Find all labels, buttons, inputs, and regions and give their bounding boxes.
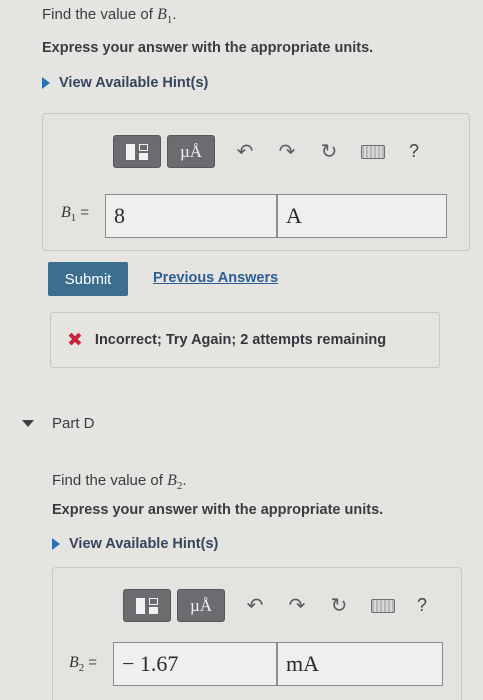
- question-text: Find the value of: [42, 6, 158, 23]
- units-input[interactable]: mA: [277, 642, 443, 686]
- partd-toolbar: µÅ ↶ ↷ ↻ ?: [123, 589, 427, 622]
- fraction-template-icon: [139, 143, 148, 160]
- caret-right-icon: [52, 538, 60, 550]
- answer-label: B2 =: [69, 654, 98, 675]
- partd-instruction: Express your answer with the appropriate…: [52, 502, 384, 518]
- redo-icon[interactable]: ↷: [273, 139, 301, 164]
- caret-down-icon[interactable]: [22, 420, 34, 427]
- previous-answers-link[interactable]: Previous Answers: [153, 270, 278, 286]
- alert-text: Incorrect; Try Again; 2 attempts remaini…: [94, 332, 387, 348]
- partc-answer-panel: µÅ ↶ ↷ ↻ ? B1 = 8 A: [42, 113, 470, 251]
- template-block-icon: [126, 143, 135, 160]
- reset-icon[interactable]: ↻: [325, 593, 353, 618]
- incorrect-alert: ✖ Incorrect; Try Again; 2 attempts remai…: [50, 312, 440, 368]
- question-period: .: [172, 6, 177, 23]
- partc-hint-toggle[interactable]: View Available Hint(s): [42, 75, 208, 91]
- partd-answer-panel: µÅ ↶ ↷ ↻ ? B2 = − 1.67 mA: [52, 567, 462, 700]
- help-button[interactable]: ?: [417, 595, 427, 616]
- variable: B1: [157, 6, 173, 27]
- caret-right-icon: [42, 77, 50, 89]
- reset-icon[interactable]: ↻: [315, 139, 343, 164]
- answer-label: B1 =: [61, 204, 90, 225]
- templates-button[interactable]: [123, 589, 171, 622]
- keyboard-icon[interactable]: [371, 598, 395, 613]
- redo-icon[interactable]: ↷: [283, 593, 311, 618]
- hint-label: View Available Hint(s): [59, 75, 209, 91]
- question-text: Find the value of: [52, 472, 168, 489]
- part-d-title[interactable]: Part D: [52, 415, 95, 432]
- partd-question: Find the value of B2.: [52, 472, 187, 492]
- partc-question: Find the value of B1.: [42, 6, 177, 26]
- question-period: .: [182, 472, 187, 489]
- submit-button[interactable]: Submit: [48, 262, 128, 296]
- help-button[interactable]: ?: [409, 141, 419, 162]
- keyboard-icon[interactable]: [361, 144, 385, 159]
- hint-label: View Available Hint(s): [69, 536, 219, 552]
- units-input[interactable]: A: [277, 194, 447, 238]
- variable: B2: [167, 472, 183, 493]
- undo-icon[interactable]: ↶: [241, 593, 269, 618]
- undo-icon[interactable]: ↶: [231, 139, 259, 164]
- fraction-template-icon: [149, 597, 158, 614]
- template-block-icon: [136, 597, 145, 614]
- templates-button[interactable]: [113, 135, 161, 168]
- error-x-icon: ✖: [67, 329, 83, 351]
- partc-toolbar: µÅ ↶ ↷ ↻ ?: [113, 135, 419, 168]
- partd-hint-toggle[interactable]: View Available Hint(s): [52, 536, 218, 552]
- units-button[interactable]: µÅ: [167, 135, 215, 168]
- value-input[interactable]: 8: [105, 194, 277, 238]
- units-button[interactable]: µÅ: [177, 589, 225, 622]
- partc-instruction: Express your answer with the appropriate…: [42, 40, 374, 56]
- value-input[interactable]: − 1.67: [113, 642, 277, 686]
